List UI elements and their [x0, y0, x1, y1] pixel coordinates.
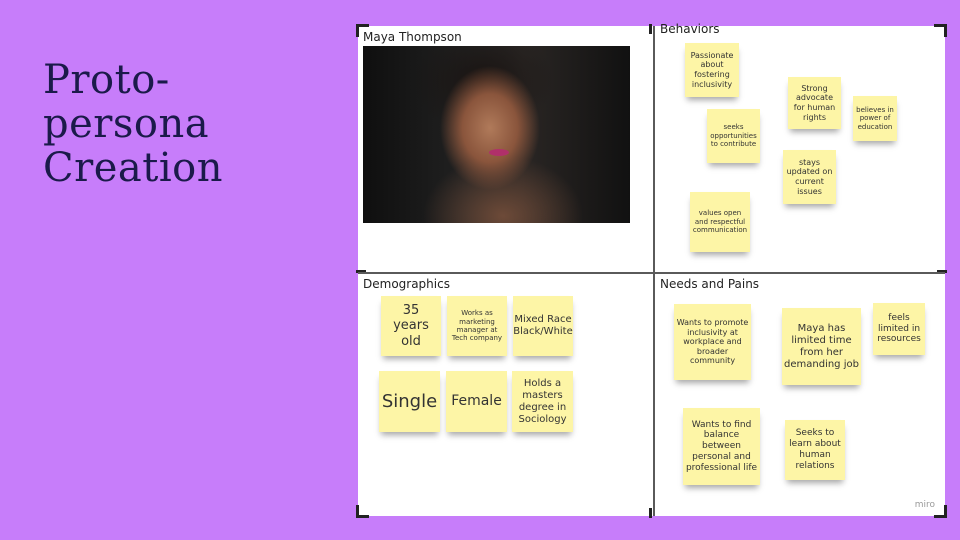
- selection-handle-top[interactable]: [649, 24, 652, 34]
- quadrant-divider-horizontal: [358, 272, 945, 274]
- selection-handle-bottom[interactable]: [649, 508, 652, 518]
- sticky-note[interactable]: Single: [379, 371, 440, 432]
- needs-and-pains-label: Needs and Pains: [660, 277, 760, 291]
- sticky-note[interactable]: Wants to promote inclusivity at workplac…: [674, 304, 751, 380]
- sticky-note[interactable]: seeks opportunities to contribute: [707, 109, 760, 163]
- selection-corner-bottom-right[interactable]: [934, 505, 947, 518]
- demographics-label: Demographics: [363, 277, 450, 291]
- slide-title: Proto- persona Creation: [43, 58, 223, 190]
- sticky-note[interactable]: Holds a masters degree in Sociology: [512, 371, 573, 432]
- sticky-note[interactable]: Maya has limited time from her demanding…: [782, 308, 861, 385]
- persona-photo[interactable]: [363, 46, 630, 223]
- sticky-note[interactable]: Works as marketing manager at Tech compa…: [447, 296, 507, 356]
- sticky-note[interactable]: Mixed Race Black/White: [513, 296, 573, 356]
- selection-corner-bottom-left[interactable]: [356, 505, 369, 518]
- sticky-note[interactable]: Strong advocate for human rights: [788, 77, 841, 129]
- title-line-3: Creation: [43, 145, 223, 191]
- sticky-note[interactable]: Wants to find balance between personal a…: [683, 408, 760, 485]
- title-line-2: persona: [43, 101, 210, 147]
- sticky-note[interactable]: stays updated on current issues: [783, 150, 836, 204]
- photo-detail: [489, 149, 509, 156]
- sticky-note[interactable]: values open and respectful communication: [690, 192, 750, 252]
- title-line-1: Proto-: [43, 57, 170, 103]
- sticky-note[interactable]: Seeks to learn about human relations: [785, 420, 845, 480]
- persona-name-label: Maya Thompson: [363, 30, 462, 44]
- sticky-note[interactable]: Passionate about fostering inclusivity: [685, 43, 739, 97]
- miro-watermark: miro: [914, 500, 935, 510]
- quadrant-divider-vertical: [653, 26, 655, 516]
- behaviors-label: Behaviors: [660, 22, 720, 36]
- sticky-note[interactable]: Female: [446, 371, 507, 432]
- sticky-note[interactable]: 35 years old: [381, 296, 441, 356]
- sticky-note[interactable]: believes in power of education: [853, 96, 897, 141]
- sticky-note[interactable]: feels limited in resources: [873, 303, 925, 355]
- persona-board[interactable]: Maya Thompson Behaviors Passionate about…: [356, 22, 947, 518]
- selection-corner-top-right[interactable]: [934, 24, 947, 37]
